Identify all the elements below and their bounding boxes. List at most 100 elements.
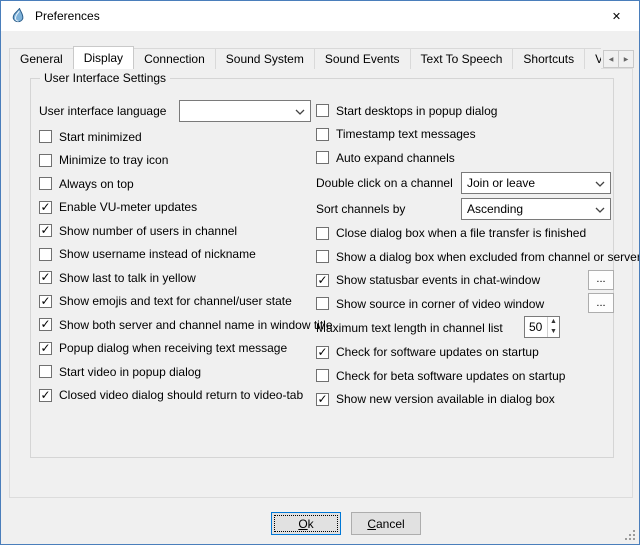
checkbox-box[interactable] — [316, 128, 329, 141]
checkbox-label: Show username instead of nickname — [59, 247, 256, 261]
max-text-length-label: Maximum text length in channel list — [316, 321, 503, 335]
checkbox-start-video-popup[interactable]: Start video in popup dialog — [39, 360, 311, 384]
checkbox-box[interactable] — [39, 318, 52, 331]
right-column: Start desktops in popup dialog Timestamp… — [316, 99, 615, 411]
tab-video[interactable]: Video — [584, 48, 601, 69]
checkbox-label: Show number of users in channel — [59, 224, 237, 238]
checkbox-popup-dialog-text-message[interactable]: Popup dialog when receiving text message — [39, 337, 311, 361]
video-source-row: Show source in corner of video window ..… — [316, 292, 615, 316]
checkbox-label: Show source in corner of video window — [336, 297, 544, 311]
tab-scrollers: ◀ ▶ — [604, 50, 634, 68]
checkbox-box[interactable] — [316, 227, 329, 240]
checkbox-box[interactable] — [316, 250, 329, 263]
checkbox-box[interactable] — [39, 201, 52, 214]
checkbox-box[interactable] — [316, 346, 329, 359]
sort-channels-select[interactable]: Ascending — [461, 198, 611, 220]
ok-button[interactable]: Ok — [271, 512, 341, 535]
checkbox-minimize-to-tray[interactable]: Minimize to tray icon — [39, 149, 311, 173]
checkbox-box[interactable] — [39, 389, 52, 402]
chevron-down-icon — [295, 109, 305, 115]
checkbox-box[interactable] — [39, 130, 52, 143]
tab-connection[interactable]: Connection — [133, 48, 216, 69]
window-title: Preferences — [35, 9, 100, 23]
checkbox-check-software-updates[interactable]: Check for software updates on startup — [316, 341, 615, 365]
checkbox-label: Enable VU-meter updates — [59, 200, 197, 214]
tab-shortcuts[interactable]: Shortcuts — [512, 48, 585, 69]
checkbox-timestamp-text-messages[interactable]: Timestamp text messages — [316, 123, 615, 147]
checkbox-start-desktops-popup[interactable]: Start desktops in popup dialog — [316, 99, 615, 123]
close-button[interactable]: ✕ — [594, 1, 639, 31]
display-tab-page: User Interface Settings User interface l… — [9, 68, 633, 498]
sort-channels-label: Sort channels by — [316, 202, 405, 216]
tab-general[interactable]: General — [9, 48, 74, 69]
checkbox-always-on-top[interactable]: Always on top — [39, 172, 311, 196]
checkbox-label: Always on top — [59, 177, 134, 191]
checkbox-check-beta-updates[interactable]: Check for beta software updates on start… — [316, 364, 615, 388]
checkbox-label: Check for software updates on startup — [336, 345, 539, 359]
checkbox-box[interactable] — [316, 369, 329, 382]
checkbox-label: Start desktops in popup dialog — [336, 104, 497, 118]
language-label: User interface language — [39, 104, 166, 118]
checkbox-show-source-video-window[interactable] — [316, 297, 329, 310]
checkbox-show-statusbar-events[interactable] — [316, 274, 329, 287]
checkbox-label: Timestamp text messages — [336, 127, 476, 141]
checkbox-box[interactable] — [39, 154, 52, 167]
group-title: User Interface Settings — [40, 71, 170, 85]
cancel-button[interactable]: Cancel — [351, 512, 421, 535]
resize-grip[interactable] — [624, 529, 636, 541]
checkbox-show-last-to-talk-yellow[interactable]: Show last to talk in yellow — [39, 266, 311, 290]
checkbox-show-new-version-dialog[interactable]: Show new version available in dialog box — [316, 388, 615, 412]
checkbox-label: Show statusbar events in chat-window — [336, 273, 540, 287]
spinner-value: 50 — [529, 320, 542, 334]
app-icon — [10, 8, 26, 24]
combo-value: Ascending — [467, 202, 523, 216]
checkbox-label: Popup dialog when receiving text message — [59, 341, 287, 355]
checkbox-box[interactable] — [316, 151, 329, 164]
double-click-row: Double click on a channel Join or leave — [316, 170, 615, 196]
spin-up-icon[interactable]: ▲ — [548, 317, 559, 327]
spin-down-icon[interactable]: ▼ — [548, 327, 559, 337]
checkbox-box[interactable] — [39, 342, 52, 355]
checkbox-box[interactable] — [39, 365, 52, 378]
checkbox-label: Closed video dialog should return to vid… — [59, 388, 303, 402]
checkbox-show-username-instead-nickname[interactable]: Show username instead of nickname — [39, 243, 311, 267]
checkbox-label: Show both server and channel name in win… — [59, 318, 333, 332]
checkbox-label: Close dialog box when a file transfer is… — [336, 226, 586, 240]
double-click-channel-select[interactable]: Join or leave — [461, 172, 611, 194]
max-text-length-spinner[interactable]: 50 ▲ ▼ — [524, 316, 560, 338]
checkbox-auto-expand-channels[interactable]: Auto expand channels — [316, 146, 615, 170]
checkbox-box[interactable] — [39, 224, 52, 237]
statusbar-events-row: Show statusbar events in chat-window ... — [316, 269, 615, 293]
tab-sound-events[interactable]: Sound Events — [314, 48, 411, 69]
checkbox-label: Auto expand channels — [336, 151, 455, 165]
checkbox-box[interactable] — [39, 271, 52, 284]
tab-scroll-right-button[interactable]: ▶ — [618, 50, 634, 68]
tab-display[interactable]: Display — [73, 46, 134, 69]
video-source-more-button[interactable]: ... — [588, 293, 614, 313]
checkbox-label: Show new version available in dialog box — [336, 392, 555, 406]
checkbox-box[interactable] — [39, 248, 52, 261]
chevron-down-icon — [595, 207, 605, 213]
checkbox-label: Start minimized — [59, 130, 142, 144]
tab-scroll-left-button[interactable]: ◀ — [603, 50, 619, 68]
combo-value: Join or leave — [467, 176, 535, 190]
checkbox-show-emojis-text-state[interactable]: Show emojis and text for channel/user st… — [39, 290, 311, 314]
checkbox-enable-vu-meter[interactable]: Enable VU-meter updates — [39, 196, 311, 220]
checkbox-show-dialog-excluded[interactable]: Show a dialog box when excluded from cha… — [316, 245, 615, 269]
checkbox-box[interactable] — [39, 295, 52, 308]
title-bar[interactable]: Preferences ✕ — [1, 1, 639, 31]
double-click-label: Double click on a channel — [316, 176, 453, 190]
checkbox-start-minimized[interactable]: Start minimized — [39, 125, 311, 149]
checkbox-box[interactable] — [316, 393, 329, 406]
checkbox-close-dialog-file-transfer[interactable]: Close dialog box when a file transfer is… — [316, 222, 615, 246]
language-select[interactable] — [179, 100, 311, 122]
checkbox-box[interactable] — [316, 104, 329, 117]
checkbox-box[interactable] — [39, 177, 52, 190]
checkbox-show-number-of-users[interactable]: Show number of users in channel — [39, 219, 311, 243]
checkbox-closed-video-return-tab[interactable]: Closed video dialog should return to vid… — [39, 384, 311, 408]
checkbox-show-server-channel-in-title[interactable]: Show both server and channel name in win… — [39, 313, 311, 337]
tab-sound-system[interactable]: Sound System — [215, 48, 315, 69]
statusbar-events-more-button[interactable]: ... — [588, 270, 614, 290]
checkbox-label: Check for beta software updates on start… — [336, 369, 565, 383]
tab-text-to-speech[interactable]: Text To Speech — [410, 48, 514, 69]
